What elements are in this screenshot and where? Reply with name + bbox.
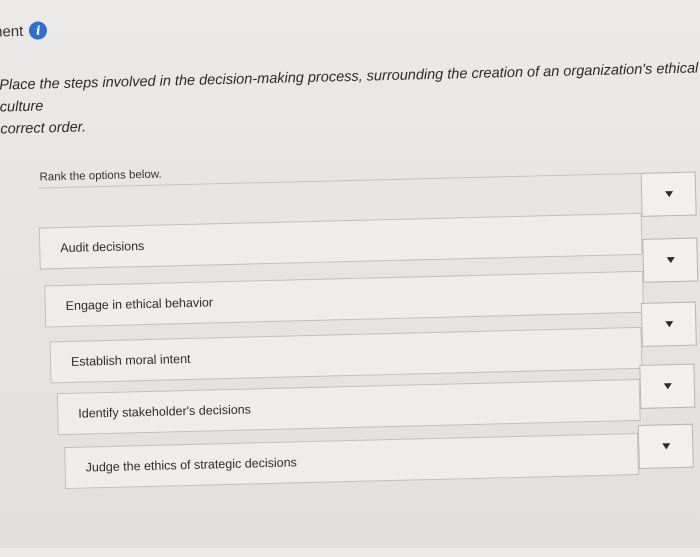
rank-list: Audit decisions Engage in ethical behavi… [0, 0, 700, 556]
rank-dropdown-1[interactable] [640, 171, 697, 217]
option-label: Identify stakeholder's decisions [78, 402, 252, 421]
option-card-1[interactable]: Audit decisions [38, 212, 643, 270]
chevron-down-icon [664, 191, 673, 198]
option-label: Judge the ethics of strategic decisions [85, 455, 297, 475]
option-card-3[interactable]: Establish moral intent [49, 326, 643, 384]
rank-dropdown-2[interactable] [642, 237, 699, 283]
rank-dropdown-5[interactable] [637, 423, 694, 470]
rank-dropdown-3[interactable] [640, 301, 697, 347]
chevron-down-icon [664, 321, 673, 328]
screen: ment i Place the steps involved in the d… [0, 0, 700, 556]
option-card-2[interactable]: Engage in ethical behavior [44, 270, 645, 328]
row-divider [37, 172, 641, 189]
option-card-5[interactable]: Judge the ethics of strategic decisions [64, 433, 639, 490]
option-label: Establish moral intent [70, 351, 191, 369]
rank-dropdown-4[interactable] [639, 363, 696, 409]
chevron-down-icon [666, 257, 675, 264]
option-label: Audit decisions [60, 239, 145, 256]
chevron-down-icon [661, 443, 670, 450]
chevron-down-icon [663, 383, 672, 390]
option-card-4[interactable]: Identify stakeholder's decisions [56, 378, 641, 436]
option-label: Engage in ethical behavior [65, 295, 214, 313]
